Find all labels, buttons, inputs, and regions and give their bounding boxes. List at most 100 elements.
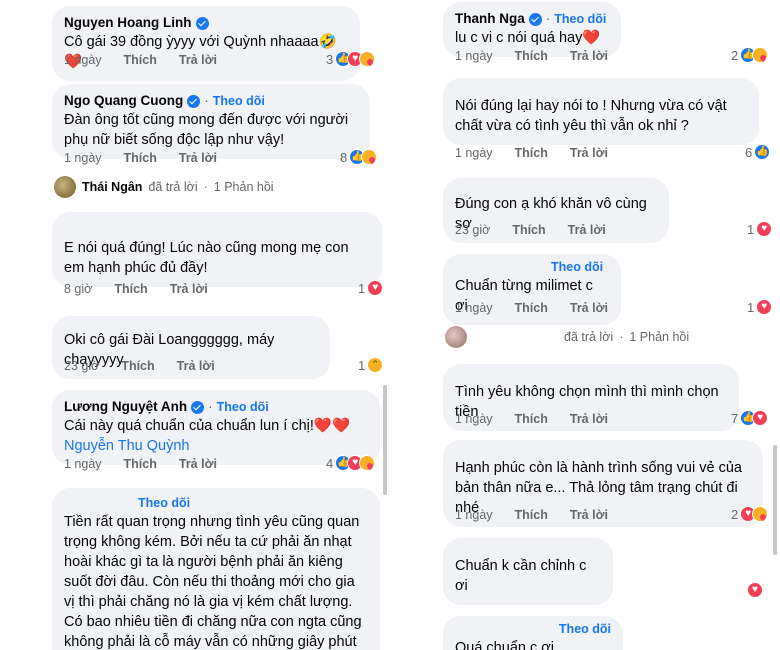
comment-time[interactable]: 23 giờ xyxy=(64,359,99,373)
like-button[interactable]: Thích xyxy=(114,282,147,296)
comment-text: E nói quá đúng! Lúc nào cũng mong mẹ con… xyxy=(64,240,349,276)
comment-time[interactable]: 1 ngày xyxy=(455,412,493,426)
comment-actions: 1 ngày Thích Trả lời xyxy=(64,53,217,67)
like-reaction-icon: 👍 xyxy=(754,144,771,160)
reaction-summary[interactable]: 4 👍 ♥ xyxy=(326,455,376,471)
follow-button[interactable]: Theo dõi xyxy=(213,92,265,110)
like-button[interactable]: Thích xyxy=(515,301,548,315)
comment-actions: 1 ngày Thích Trả lời xyxy=(455,508,608,522)
care-reaction-icon xyxy=(359,455,376,471)
reply-count[interactable]: 1 Phản hồi xyxy=(629,330,689,344)
like-button[interactable]: Thích xyxy=(124,457,157,471)
reply-button[interactable]: Trả lời xyxy=(570,301,608,315)
care-reaction-icon xyxy=(752,47,769,63)
reply-button[interactable]: Trả lời xyxy=(179,151,217,165)
reply-button[interactable]: Trả lời xyxy=(570,508,608,522)
comment-text: Đàn ông tốt cũng mong đến được với người… xyxy=(64,112,349,148)
reaction-summary[interactable]: 1 ᵔ xyxy=(358,357,384,373)
hidden-author-name xyxy=(455,623,555,635)
comment-bubble: Lương Nguyệt Anh · Theo dõi Cái này quá … xyxy=(52,390,380,465)
comment-author[interactable]: Nguyen Hoang Linh xyxy=(64,14,192,32)
reply-author[interactable]: Thái Ngân xyxy=(82,180,142,194)
reaction-count: 1 xyxy=(358,357,366,373)
reply-count[interactable]: 1 Phản hồi xyxy=(214,180,274,194)
reply-button[interactable]: Trả lời xyxy=(568,223,606,237)
reaction-summary[interactable]: 6 👍 xyxy=(745,144,771,160)
reaction-summary[interactable]: 7 👍 ♥ xyxy=(731,410,769,426)
comment-text: Chuẩn k cần chỉnh c ơi xyxy=(455,558,587,594)
follow-button[interactable]: Theo dõi xyxy=(217,398,269,416)
care-reaction-icon xyxy=(752,506,769,522)
reaction-summary[interactable]: 8 👍 xyxy=(340,149,378,165)
mention-link[interactable]: Nguyễn Thu Quỳnh xyxy=(64,436,368,456)
comment-text: Quá chuẩn c ơi xyxy=(455,640,554,650)
heart-reaction-icon: ♥ xyxy=(756,299,773,315)
follow-button[interactable]: Theo dõi xyxy=(138,494,190,512)
hidden-author-name xyxy=(64,497,134,509)
comment-author[interactable]: Ngo Quang Cuong xyxy=(64,92,183,110)
scrollbar[interactable] xyxy=(773,445,777,555)
comment-actions: 1 ngày Thích Trả lời xyxy=(455,301,608,315)
reply-button[interactable]: Trả lời xyxy=(170,282,208,296)
avatar[interactable] xyxy=(445,326,467,348)
reaction-summary[interactable]: 2 ♥ xyxy=(731,506,769,522)
verified-badge-icon xyxy=(528,12,542,26)
follow-button[interactable]: Theo dõi xyxy=(551,258,603,276)
reaction-count: 6 xyxy=(745,144,753,160)
comment-actions: 8 giờ Thích Trả lời xyxy=(64,282,208,296)
reaction-summary[interactable]: ♥ xyxy=(747,582,763,598)
comment-actions: 23 giờ Thích Trả lời xyxy=(455,223,606,237)
comment-actions: 23 giờ Thích Trả lời xyxy=(64,359,215,373)
comment-time[interactable]: 1 ngày xyxy=(455,301,493,315)
reply-button[interactable]: Trả lời xyxy=(570,49,608,63)
avatar[interactable] xyxy=(54,176,76,198)
comment-time[interactable]: 23 giờ xyxy=(455,223,490,237)
reaction-summary[interactable]: 1 ♥ xyxy=(358,280,384,296)
like-button[interactable]: Thích xyxy=(515,146,548,160)
comment-actions: 1 ngày Thích Trả lời xyxy=(455,146,608,160)
comment-time[interactable]: 1 ngày xyxy=(64,457,102,471)
comment-author[interactable]: Thanh Nga xyxy=(455,10,525,28)
scrollbar[interactable] xyxy=(383,385,387,495)
comment-time[interactable]: 1 ngày xyxy=(455,508,493,522)
view-replies-link[interactable]: đã trả lời · 1 Phản hồi xyxy=(445,326,689,348)
comment-bubble: Ngo Quang Cuong · Theo dõi Đàn ông tốt c… xyxy=(52,84,370,159)
comment-time[interactable]: 1 ngày xyxy=(455,146,493,160)
follow-button[interactable]: Theo dõi xyxy=(559,620,611,638)
reaction-summary[interactable]: 2 👍 xyxy=(731,47,769,63)
comment-time[interactable]: 1 ngày xyxy=(64,53,102,67)
care-reaction-icon xyxy=(361,149,378,165)
reaction-summary[interactable]: 1 ♥ xyxy=(747,221,773,237)
like-button[interactable]: Thích xyxy=(124,53,157,67)
comment-author[interactable]: Lương Nguyệt Anh xyxy=(64,398,187,416)
reply-button[interactable]: Trả lời xyxy=(179,53,217,67)
comment-actions: 1 ngày Thích Trả lời xyxy=(64,457,217,471)
reaction-count: 2 xyxy=(731,506,739,522)
view-replies-link[interactable]: Thái Ngân đã trả lời · 1 Phản hồi xyxy=(54,176,274,198)
reply-button[interactable]: Trả lời xyxy=(177,359,215,373)
reply-button[interactable]: Trả lời xyxy=(570,412,608,426)
comment-time[interactable]: 1 ngày xyxy=(455,49,493,63)
reaction-count: 1 xyxy=(747,299,755,315)
reaction-summary[interactable]: 3 👍 ♥ xyxy=(326,51,376,67)
reaction-count: 3 xyxy=(326,51,334,67)
heart-reaction-icon: ♥ xyxy=(752,410,769,426)
like-button[interactable]: Thích xyxy=(121,359,154,373)
reaction-count: 1 xyxy=(747,221,755,237)
heart-reaction-icon: ♥ xyxy=(367,280,384,296)
care-reaction-icon xyxy=(359,51,376,67)
like-button[interactable]: Thích xyxy=(515,49,548,63)
verified-badge-icon xyxy=(187,94,201,108)
reply-button[interactable]: Trả lời xyxy=(179,457,217,471)
like-button[interactable]: Thích xyxy=(515,508,548,522)
follow-button[interactable]: Theo dõi xyxy=(554,10,606,28)
comment-time[interactable]: 8 giờ xyxy=(64,282,92,296)
comment-time[interactable]: 1 ngày xyxy=(64,151,102,165)
like-button[interactable]: Thích xyxy=(515,412,548,426)
like-button[interactable]: Thích xyxy=(124,151,157,165)
reply-button[interactable]: Trả lời xyxy=(570,146,608,160)
right-comment-column: Thanh Nga · Theo dõi lu c vi c nói quá h… xyxy=(425,0,780,650)
reaction-summary[interactable]: 1 ♥ xyxy=(747,299,773,315)
like-button[interactable]: Thích xyxy=(512,223,545,237)
haha-reaction-icon: ᵔ xyxy=(367,357,384,373)
